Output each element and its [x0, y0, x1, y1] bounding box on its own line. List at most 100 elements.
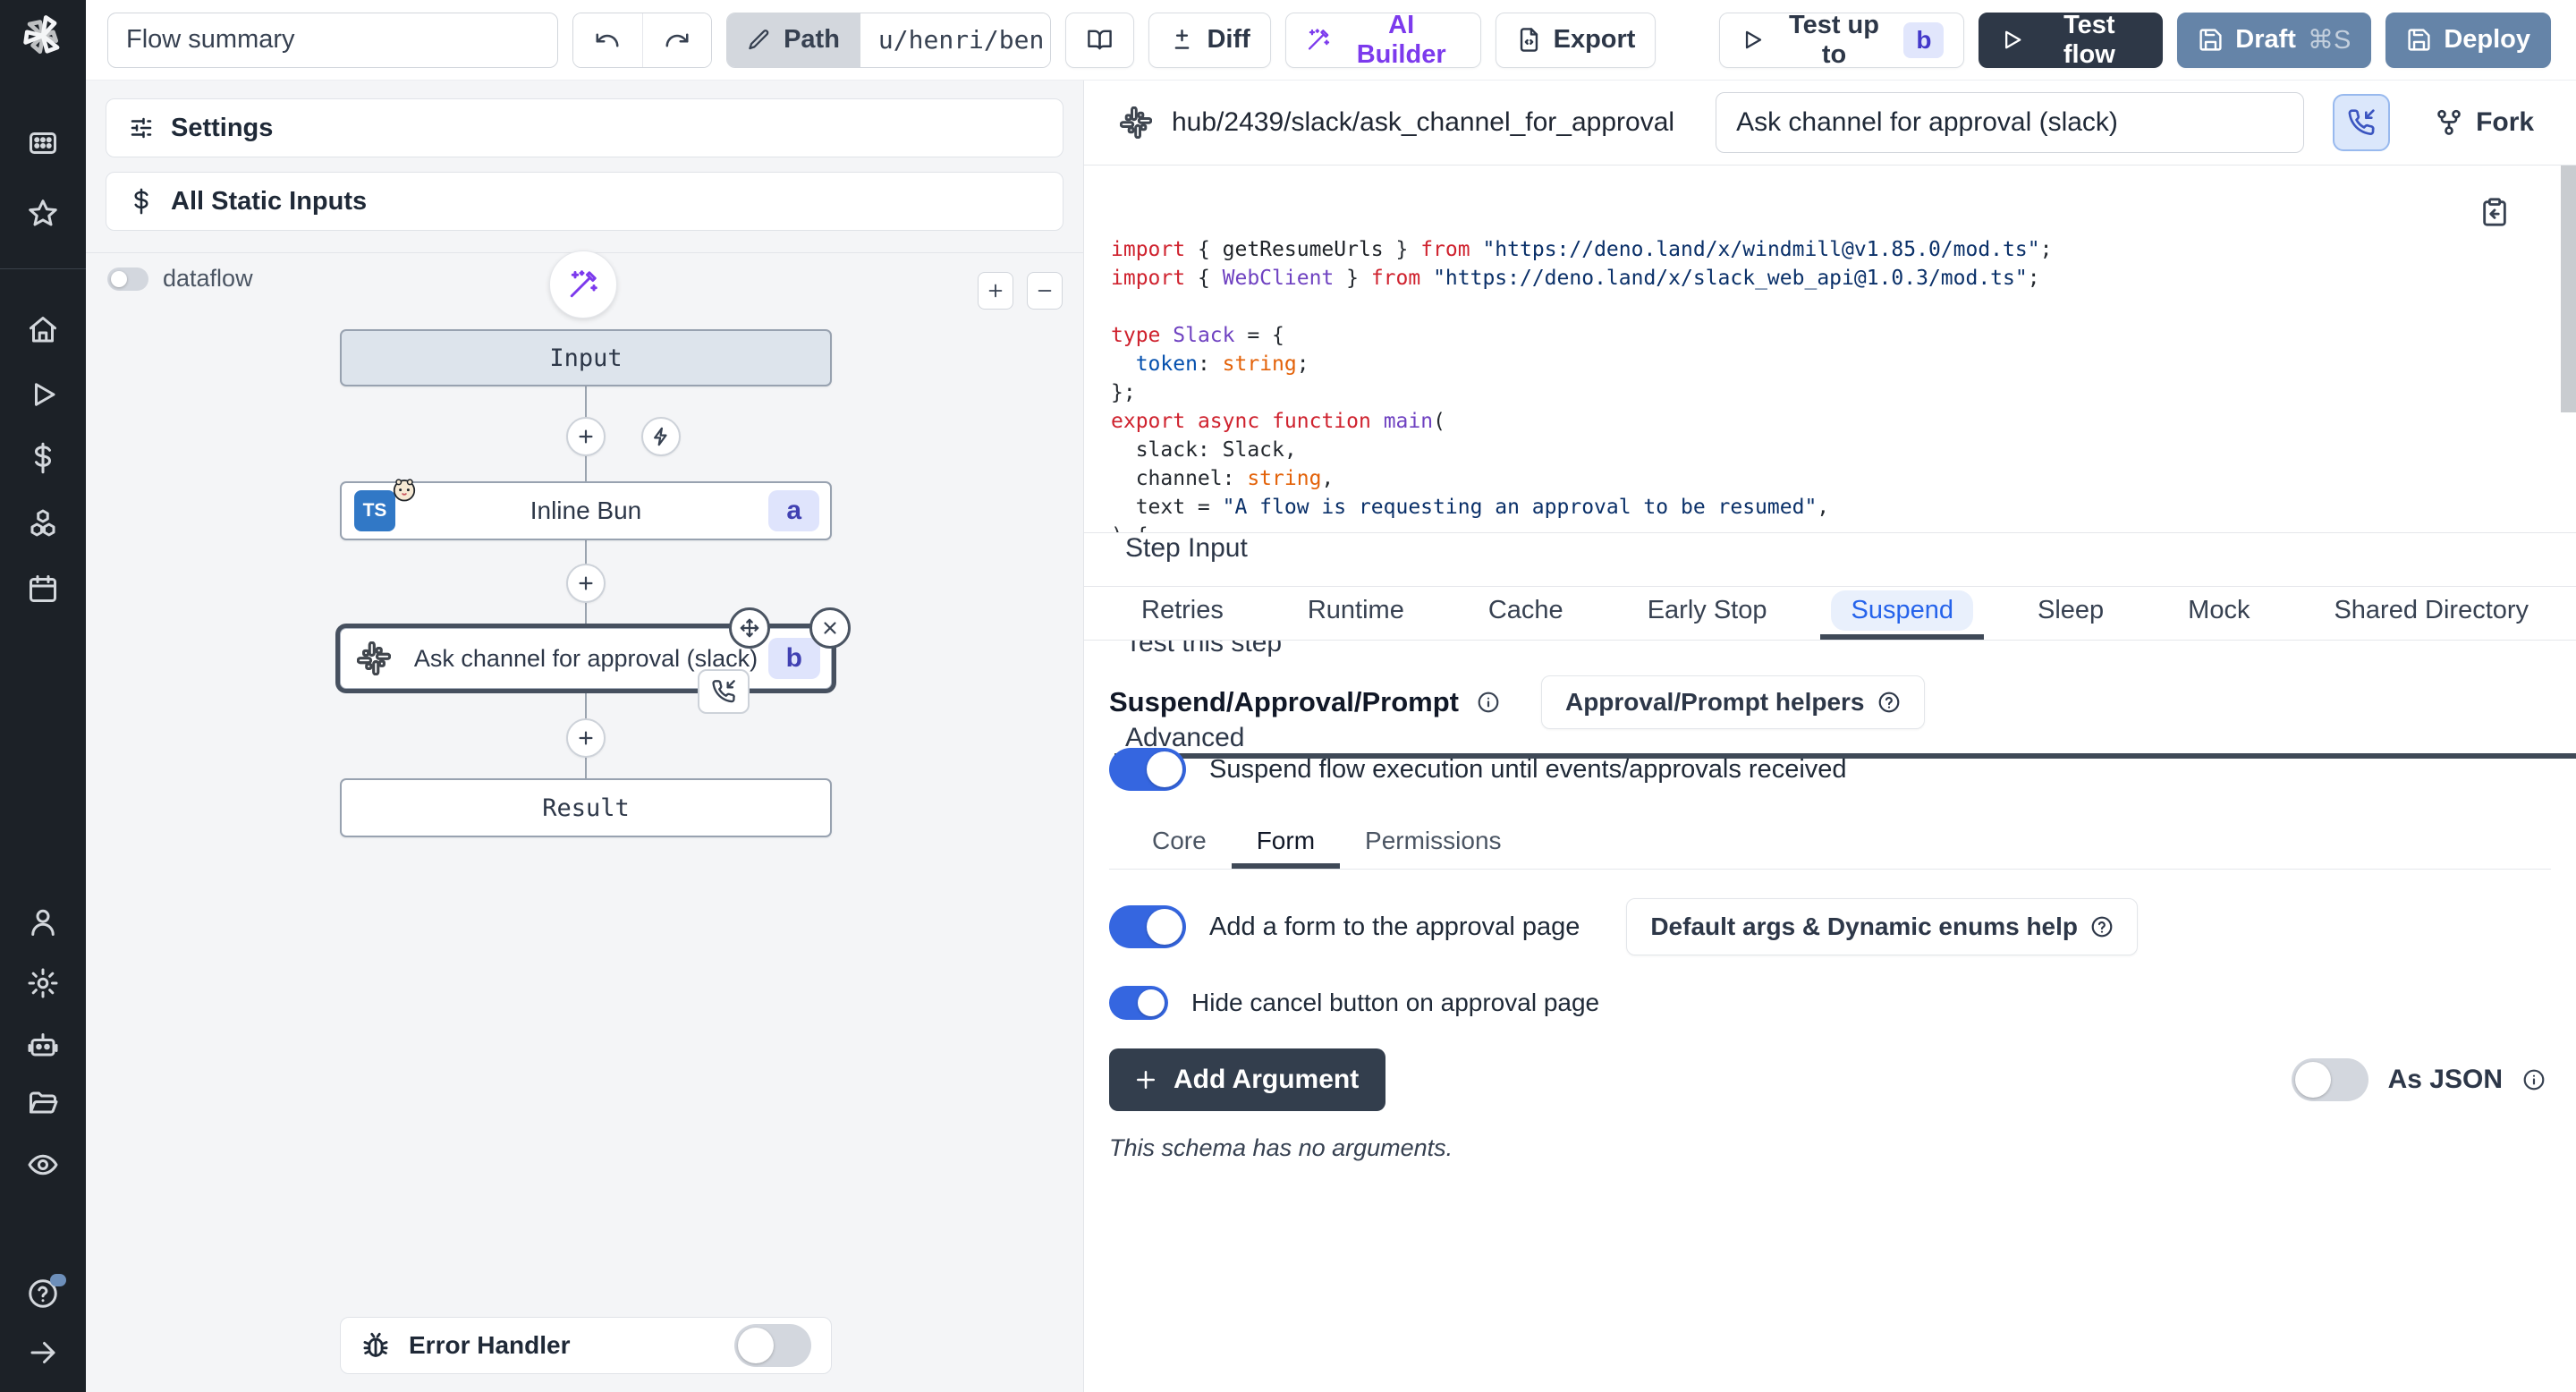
zoom-out-button[interactable] — [1027, 272, 1063, 310]
slack-icon — [357, 641, 391, 675]
fork-button[interactable]: Fork — [2435, 107, 2534, 138]
rail-favorites-star-icon[interactable] — [27, 198, 59, 230]
hub-script-path[interactable]: hub/2439/slack/ask_channel_for_approval — [1172, 107, 1674, 138]
tab-cache[interactable]: Cache — [1458, 587, 1594, 640]
left-icon-rail — [0, 0, 86, 1392]
tab-label: Retries — [1122, 590, 1243, 631]
flow-settings-card[interactable]: Settings — [106, 98, 1063, 157]
add-argument-button[interactable]: Add Argument — [1109, 1048, 1385, 1111]
approval-prompt-helpers-button[interactable]: Approval/Prompt helpers — [1541, 675, 1925, 729]
rail-resources-icon[interactable] — [27, 508, 59, 540]
export-label: Export — [1554, 25, 1636, 55]
flow-summary-input[interactable] — [107, 13, 558, 68]
rail-settings-gear-icon[interactable] — [27, 967, 59, 999]
node-step-a[interactable]: TS Inline Bun a — [340, 481, 832, 540]
copy-code-icon[interactable] — [2479, 197, 2510, 227]
insert-step-button[interactable] — [566, 417, 606, 456]
tab-mock[interactable]: Mock — [2157, 587, 2280, 640]
zoom-in-button[interactable] — [978, 272, 1013, 310]
rail-runs-icon[interactable] — [27, 378, 59, 411]
tab-suspend[interactable]: Suspend — [1820, 587, 1984, 640]
folders-icon — [27, 1088, 59, 1120]
code-line: type Slack = { — [1111, 321, 2576, 350]
test-up-to-step-badge: b — [1903, 22, 1944, 58]
add-trigger-button[interactable] — [641, 417, 681, 456]
plus-icon — [576, 728, 596, 748]
insert-step-button[interactable] — [566, 564, 606, 603]
test-flow-button[interactable]: Test flow — [1979, 13, 2163, 68]
diff-button[interactable]: Diff — [1148, 13, 1270, 68]
rail-expand-sidebar-icon[interactable] — [27, 1337, 59, 1369]
info-icon[interactable] — [1477, 691, 1500, 714]
rail-home-icon[interactable] — [27, 314, 59, 346]
node-step-b-label: Ask channel for approval (slack) — [341, 645, 831, 673]
code-line: text = "A flow is requesting an approval… — [1111, 493, 2576, 522]
tab-core[interactable]: Core — [1127, 818, 1232, 869]
info-icon[interactable] — [2522, 1068, 2546, 1091]
code-line: channel: string, — [1111, 464, 2576, 493]
rail-audit-logs-eye-icon[interactable] — [27, 1149, 59, 1181]
draft-button[interactable]: Draft⌘S — [2177, 13, 2371, 68]
deploy-button[interactable]: Deploy — [2385, 13, 2551, 68]
suspend-flow-toggle[interactable] — [1109, 748, 1186, 791]
docs-book-button[interactable] — [1065, 13, 1134, 68]
code-line: import { getResumeUrls } from "https://d… — [1111, 235, 2576, 264]
tab-sleep[interactable]: Sleep — [2007, 587, 2134, 640]
error-handler-card[interactable]: Error Handler — [340, 1317, 832, 1374]
flow-path-control[interactable]: Path u/henri/ben — [726, 13, 1051, 68]
test-up-to-label: Test up to — [1776, 11, 1893, 70]
rail-help-icon[interactable] — [27, 1277, 59, 1310]
test-flow-label: Test flow — [2036, 11, 2142, 70]
tab-early-stop[interactable]: Early Stop — [1617, 587, 1798, 640]
tab-retries[interactable]: Retries — [1111, 587, 1254, 640]
ai-flow-wand-button[interactable] — [549, 250, 617, 318]
hide-cancel-toggle[interactable] — [1109, 986, 1168, 1020]
error-handler-toggle[interactable] — [734, 1324, 811, 1367]
redo-button[interactable] — [642, 13, 711, 67]
suspend-settings: Suspend/Approval/Prompt Approval/Prompt … — [1109, 641, 2551, 1162]
workers-icon — [27, 1028, 59, 1060]
add-form-toggle[interactable] — [1109, 905, 1186, 948]
rail-schedules-icon[interactable] — [27, 573, 59, 605]
tab-permissions[interactable]: Permissions — [1340, 818, 1526, 869]
redo-icon — [664, 27, 691, 54]
rail-folders-icon[interactable] — [27, 1088, 59, 1120]
test-up-to-button[interactable]: Test up to b — [1719, 13, 1964, 68]
move-step-button[interactable] — [729, 607, 770, 649]
plus-icon — [576, 573, 596, 593]
all-static-inputs-card[interactable]: All Static Inputs — [106, 172, 1063, 231]
ai-builder-button[interactable]: AI Builder — [1285, 13, 1481, 68]
dataflow-toggle[interactable] — [107, 267, 148, 291]
audit-logs-eye-icon — [27, 1149, 59, 1181]
default-args-help-button[interactable]: Default args & Dynamic enums help — [1626, 898, 2138, 955]
suspend-phone-indicator — [698, 669, 750, 714]
advanced-tabs: Retries Runtime Cache Early Stop Suspend Slee… — [1084, 587, 2576, 641]
editor-scrollbar[interactable] — [2561, 166, 2576, 412]
runs-icon — [27, 378, 59, 411]
favorites-star-icon — [27, 198, 59, 230]
hide-cancel-toggle-label: Hide cancel button on approval page — [1191, 989, 1599, 1017]
rail-users-icon[interactable] — [27, 906, 59, 938]
node-result[interactable]: Result — [340, 778, 832, 837]
rail-workspace-switcher-icon[interactable] — [27, 127, 59, 159]
tab-runtime[interactable]: Runtime — [1277, 587, 1435, 640]
as-json-toggle[interactable] — [2292, 1058, 2368, 1101]
suspend-phone-button[interactable] — [2333, 94, 2390, 151]
export-button[interactable]: Export — [1496, 13, 1657, 68]
lightning-bolt-icon — [651, 427, 671, 446]
schedules-icon — [27, 573, 59, 605]
tab-form[interactable]: Form — [1232, 818, 1340, 869]
code-editor[interactable]: import { getResumeUrls } from "https://d… — [1084, 166, 2576, 533]
rail-variables-icon[interactable] — [27, 442, 59, 474]
undo-button[interactable] — [573, 13, 642, 67]
tab-shared-directory[interactable]: Shared Directory — [2303, 587, 2559, 640]
delete-step-button[interactable] — [809, 607, 851, 649]
undo-icon — [594, 27, 621, 54]
tab-label: Sleep — [2018, 590, 2123, 631]
node-input[interactable]: Input — [340, 329, 832, 386]
step-name-input[interactable] — [1716, 92, 2304, 153]
suspend-flow-toggle-label: Suspend flow execution until events/appr… — [1209, 755, 1847, 785]
tab-step-input[interactable]: Step Input — [1114, 533, 2576, 569]
rail-workers-icon[interactable] — [27, 1028, 59, 1060]
insert-step-button[interactable] — [566, 718, 606, 758]
